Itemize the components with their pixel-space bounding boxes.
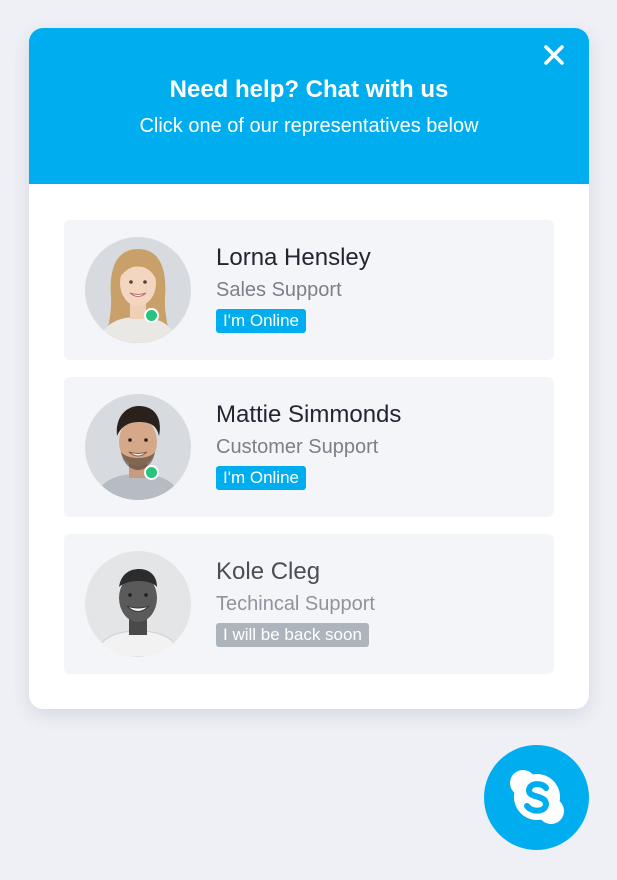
agent-role: Techincal Support xyxy=(216,593,375,615)
avatar-image xyxy=(85,551,191,657)
close-button[interactable] xyxy=(541,42,567,68)
skype-icon xyxy=(510,770,564,824)
close-icon[interactable] xyxy=(541,42,567,68)
header-subtitle: Click one of our representatives below xyxy=(139,115,479,137)
agent-role: Sales Support xyxy=(216,279,342,301)
avatar xyxy=(85,551,191,657)
online-indicator xyxy=(144,308,159,323)
status-badge: I'm Online xyxy=(216,466,306,490)
status-badge: I'm Online xyxy=(216,309,306,333)
agent-name: Mattie Simmonds xyxy=(216,401,402,428)
online-indicator xyxy=(144,465,159,480)
avatar-image xyxy=(85,394,191,500)
agent-role: Customer Support xyxy=(216,436,379,458)
avatar xyxy=(85,237,191,343)
header-title: Need help? Chat with us xyxy=(169,76,449,103)
agent-card-mattie-simmonds[interactable]: Mattie Simmonds Customer Support I'm Onl… xyxy=(64,377,554,517)
avatar xyxy=(85,394,191,500)
chat-header: Need help? Chat with us Click one of our… xyxy=(29,28,589,184)
agent-list: Lorna Hensley Sales Support I'm Online M… xyxy=(64,220,554,691)
avatar-image xyxy=(85,237,191,343)
agent-card-lorna-hensley[interactable]: Lorna Hensley Sales Support I'm Online xyxy=(64,220,554,360)
agent-card-kole-cleg[interactable]: Kole Cleg Techincal Support I will be ba… xyxy=(64,534,554,674)
agent-name: Kole Cleg xyxy=(216,558,321,585)
chat-launcher-button[interactable] xyxy=(484,745,589,850)
agent-name: Lorna Hensley xyxy=(216,244,371,271)
status-badge: I will be back soon xyxy=(216,623,369,647)
chat-widget-panel: Need help? Chat with us Click one of our… xyxy=(29,28,589,709)
